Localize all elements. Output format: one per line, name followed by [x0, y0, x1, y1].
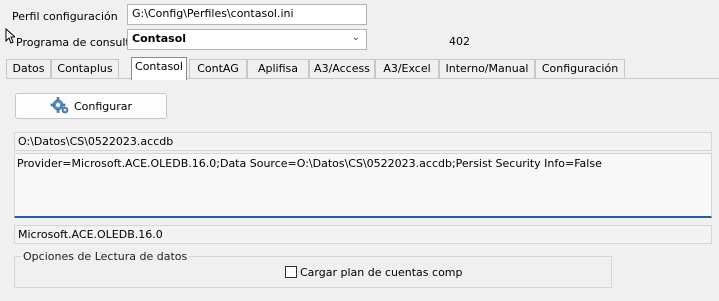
mouse-cursor-icon: [5, 27, 17, 48]
tab-panel-contasol: Configurar O:\Datos\CS\0522023.accdb Pro…: [6, 78, 719, 301]
tab-strip: Datos Contaplus Contasol ContAG Aplifisa…: [6, 57, 626, 80]
tab-configuracion[interactable]: Configuración: [535, 59, 625, 79]
program-select-value: Contasol: [132, 32, 187, 45]
read-options-title: Opciones de Lectura de datos: [21, 250, 190, 263]
connection-string-memo[interactable]: Provider=Microsoft.ACE.OLEDB.16.0;Data S…: [14, 153, 712, 218]
db-path-field[interactable]: O:\Datos\CS\0522023.accdb: [14, 132, 712, 151]
tab-interno-manual[interactable]: Interno/Manual: [439, 59, 535, 79]
tab-a3-excel[interactable]: A3/Excel: [375, 59, 439, 79]
chevron-down-icon[interactable]: ⌄: [352, 32, 360, 43]
configure-button[interactable]: Configurar: [15, 93, 167, 119]
tab-aplifisa[interactable]: Aplifisa: [247, 59, 309, 79]
program-code: 402: [449, 35, 470, 48]
tab-contag[interactable]: ContAG: [189, 59, 247, 79]
tab-datos[interactable]: Datos: [6, 59, 51, 79]
program-label: Programa de consulta: [16, 36, 137, 49]
tab-contaplus[interactable]: Contaplus: [51, 59, 119, 79]
profile-label: Perfil configuración: [12, 10, 118, 23]
provider-field[interactable]: Microsoft.ACE.OLEDB.16.0: [14, 225, 712, 244]
tab-contasol[interactable]: Contasol: [131, 57, 187, 80]
program-select[interactable]: Contasol ⌄: [127, 29, 367, 50]
read-options-group: Opciones de Lectura de datos Cargar plan…: [14, 250, 612, 288]
profile-path-field[interactable]: G:\Config\Perfiles\contasol.ini: [127, 4, 367, 25]
load-accounts-option[interactable]: Cargar plan de cuentas comp: [285, 266, 463, 279]
load-accounts-checkbox[interactable]: [285, 266, 297, 278]
gear-icon: [50, 97, 69, 114]
tab-a3-access[interactable]: A3/Access: [309, 59, 375, 79]
configure-button-label: Configurar: [73, 99, 133, 113]
load-accounts-label: Cargar plan de cuentas comp: [300, 266, 463, 279]
